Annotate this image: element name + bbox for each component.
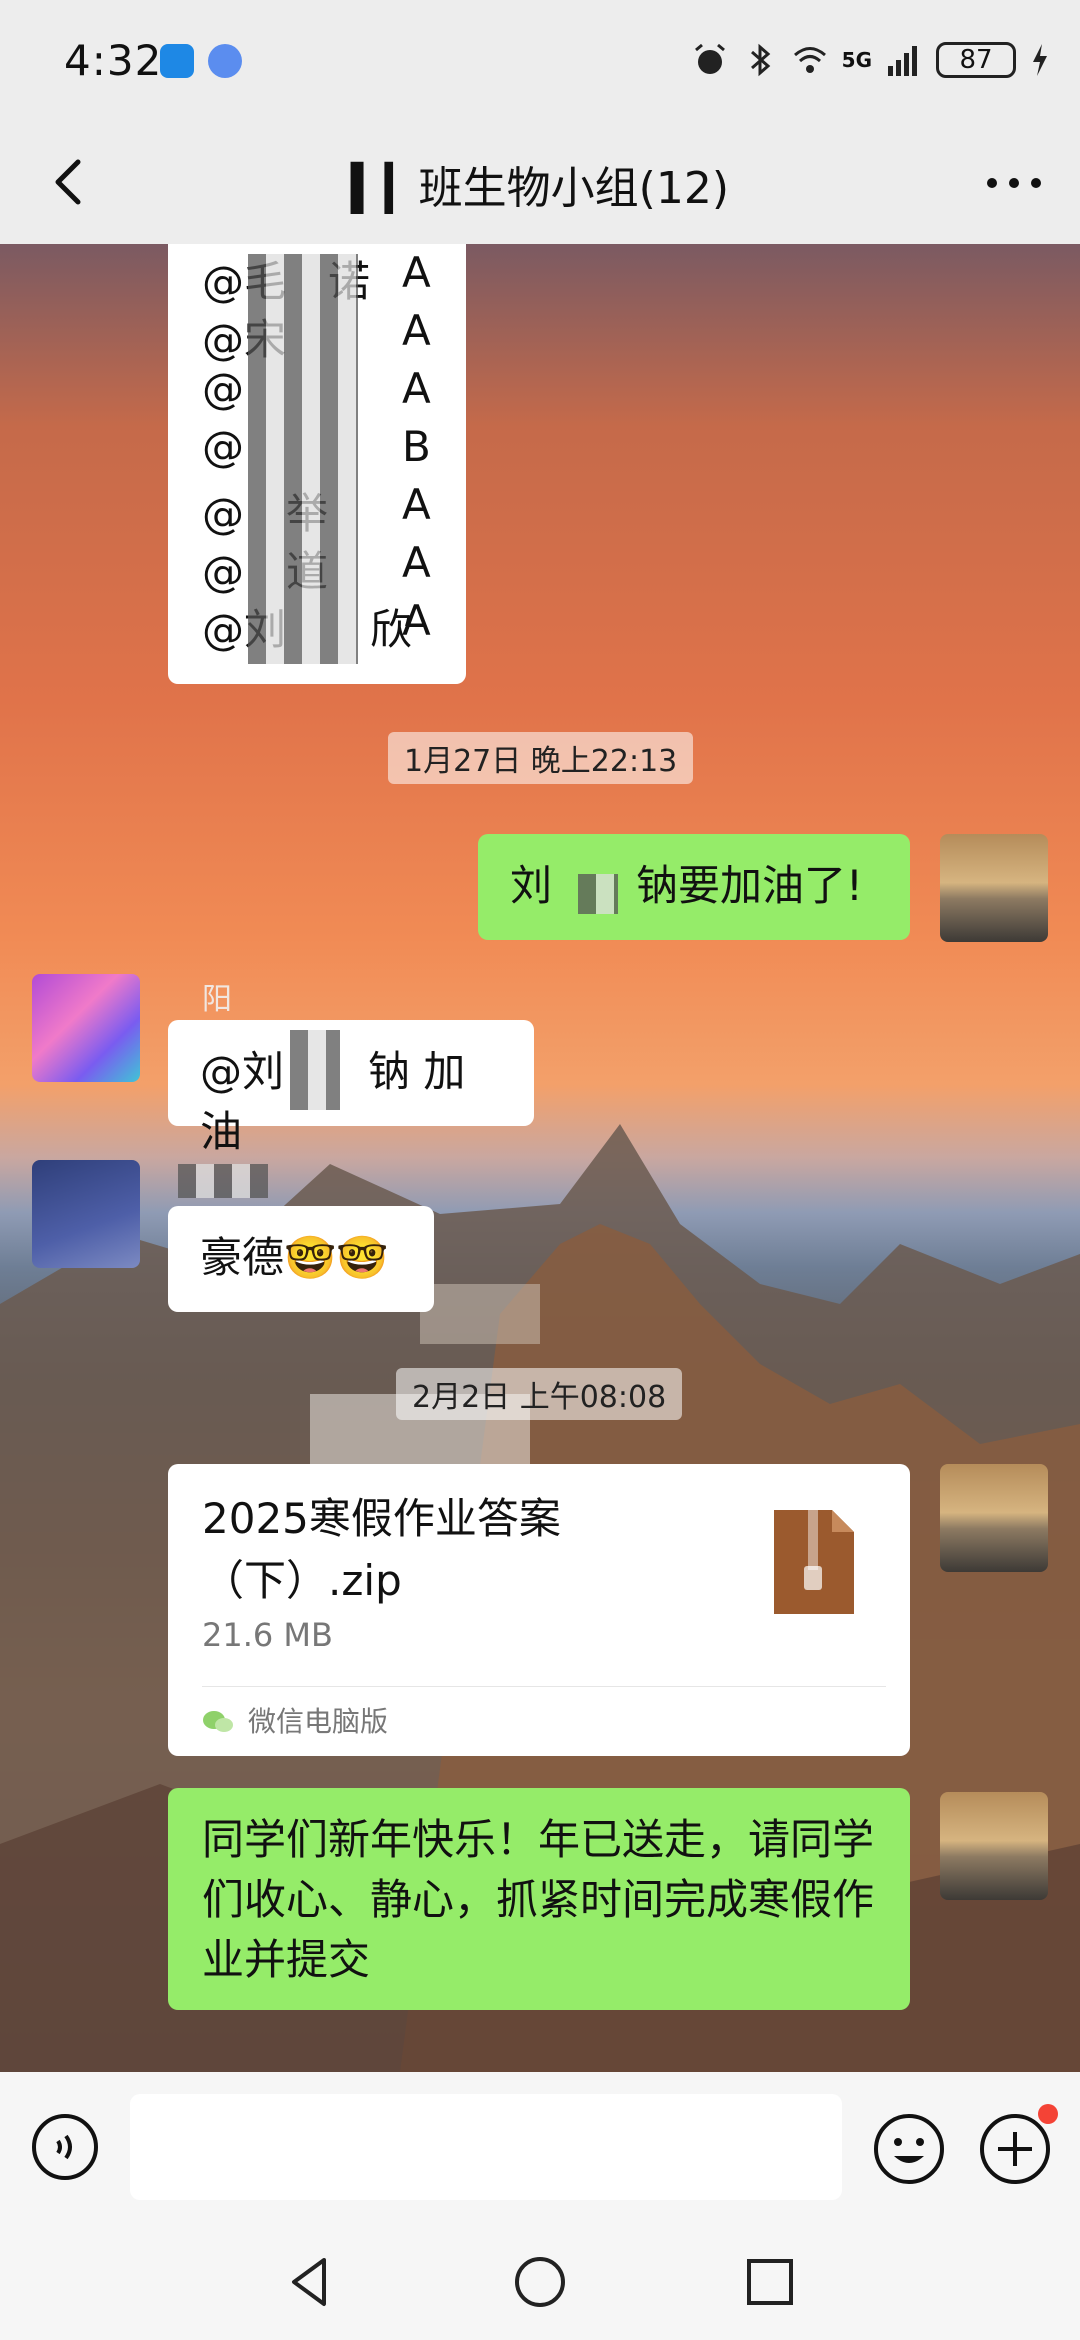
nav-recents-icon[interactable] xyxy=(740,2252,800,2312)
battery-indicator: 87 xyxy=(936,42,1016,78)
network-label: 5G xyxy=(841,48,872,72)
member-avatar[interactable] xyxy=(32,974,140,1082)
mention-grade: A xyxy=(402,480,431,529)
file-size: 21.6 MB xyxy=(202,1616,333,1654)
file-source-label: 微信电脑版 xyxy=(248,1705,389,1738)
zip-file-icon xyxy=(774,1510,854,1614)
nav-back-icon[interactable] xyxy=(280,2252,340,2312)
sender-name: 阳 xyxy=(172,982,232,1017)
privacy-mosaic xyxy=(578,874,618,914)
chat-area[interactable]: @毛 诺 A @宋 A @ A @ B @ 举 A @ 道 A @刘 欣 A 1… xyxy=(0,244,1080,2072)
self-avatar[interactable] xyxy=(940,1464,1048,1572)
privacy-mosaic xyxy=(248,254,358,664)
mention-grade: B xyxy=(402,422,431,471)
divider xyxy=(202,1686,886,1687)
self-message-bubble[interactable]: 刘 钠要加油了! xyxy=(478,834,910,940)
mention-grade: A xyxy=(402,538,431,587)
signal-icon xyxy=(888,46,917,76)
self-message-bubble[interactable]: 同学们新年快乐！年已送走，请同学们收心、静心，抓紧时间完成寒假作业并提交 xyxy=(168,1788,910,2010)
privacy-mosaic xyxy=(178,1164,268,1198)
mention-name: @ xyxy=(202,364,244,413)
chat-header: ▍▎班生物小组(12) xyxy=(0,122,1080,244)
notification-dot xyxy=(1038,2104,1058,2124)
member-avatar[interactable] xyxy=(32,1160,140,1268)
self-avatar[interactable] xyxy=(940,1792,1048,1900)
message-text: 刘 钠要加油了! xyxy=(510,861,863,910)
message-input[interactable] xyxy=(130,2094,842,2200)
music-notification-icon xyxy=(208,44,242,78)
more-dots-icon[interactable] xyxy=(984,158,1044,208)
voice-icon[interactable] xyxy=(30,2112,100,2182)
privacy-mosaic xyxy=(290,1030,340,1110)
message-text: 同学们新年快乐！年已送走，请同学们收心、静心，抓紧时间完成寒假作业并提交 xyxy=(202,1815,875,1984)
input-bar xyxy=(0,2072,1080,2222)
member-message-bubble[interactable]: @刘 钠 加油 xyxy=(168,1020,534,1156)
self-avatar[interactable] xyxy=(940,834,1048,942)
mention-list-bubble[interactable]: @毛 诺 A @宋 A @ A @ B @ 举 A @ 道 A @刘 欣 A xyxy=(168,244,466,684)
member-message-bubble[interactable]: 豪德🤓🤓 xyxy=(168,1206,434,1312)
mention-grade: A xyxy=(402,364,431,413)
alarm-icon xyxy=(694,43,725,74)
emoji-icon[interactable] xyxy=(872,2112,946,2186)
chat-title: ▍▎班生物小组(12) xyxy=(351,163,729,214)
mention-grade: A xyxy=(402,248,431,297)
status-icons: 5G 87 xyxy=(692,38,1050,82)
timestamp: 1月27日 晚上22:13 xyxy=(388,732,694,784)
mention-grade: A xyxy=(402,306,431,355)
status-time: 4:32 xyxy=(64,36,163,85)
system-nav-bar xyxy=(0,2222,1080,2340)
timestamp: 2月2日 上午08:08 xyxy=(396,1368,683,1420)
wechat-pc-icon xyxy=(203,1711,233,1732)
file-name: 2025寒假作业答案（下）.zip xyxy=(202,1494,561,1605)
charging-icon xyxy=(1033,44,1047,76)
nav-home-icon[interactable] xyxy=(510,2252,570,2312)
app-notification-icon xyxy=(160,44,194,78)
plus-icon[interactable] xyxy=(978,2112,1052,2186)
bluetooth-icon xyxy=(750,43,770,77)
file-message-card[interactable]: 2025寒假作业答案（下）.zip 21.6 MB 微信电脑版 xyxy=(168,1464,910,1756)
mention-name: @ xyxy=(202,422,244,471)
wifi-icon xyxy=(793,47,826,73)
mention-grade: A xyxy=(402,596,431,645)
status-bar: 4:32 5G 87 xyxy=(0,0,1080,122)
message-text: 豪德🤓🤓 xyxy=(200,1233,389,1282)
